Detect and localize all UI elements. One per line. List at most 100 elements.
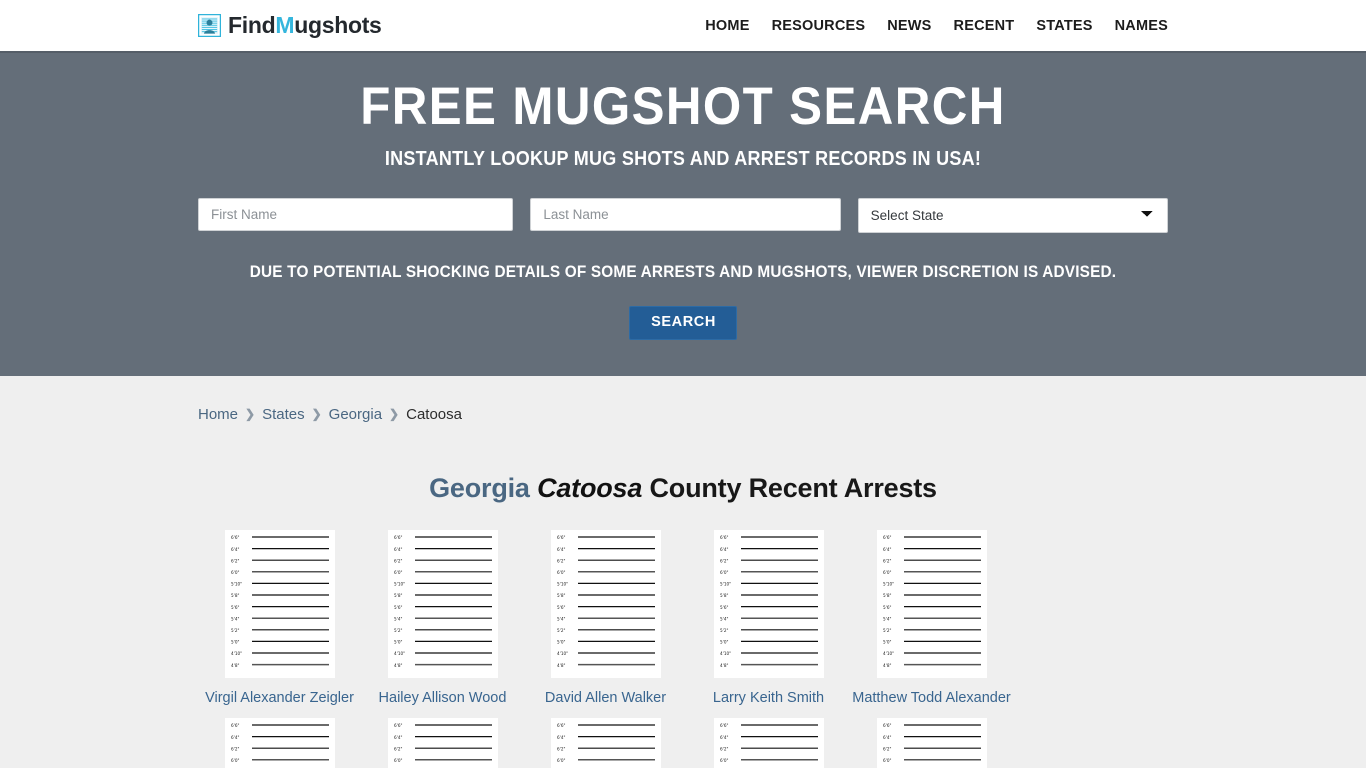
viewer-discretion-disclaimer: DUE TO POTENTIAL SHOCKING DETAILS OF SOM…	[249, 262, 1117, 281]
breadcrumb-home[interactable]: Home	[198, 404, 238, 425]
svg-text:6'0": 6'0"	[557, 758, 565, 763]
svg-text:6'0": 6'0"	[394, 758, 402, 763]
logo-text-find: Find	[228, 12, 276, 38]
svg-text:6'0": 6'0"	[720, 570, 728, 575]
chevron-right-icon: ❯	[389, 406, 400, 421]
svg-text:5'4": 5'4"	[883, 616, 891, 621]
page-title: Georgia Catoosa County Recent Arrests	[198, 473, 1168, 504]
page-title-county: Catoosa	[537, 472, 643, 503]
arrest-name-link[interactable]: Larry Keith Smith	[687, 690, 850, 707]
svg-text:6'2": 6'2"	[720, 747, 728, 752]
svg-text:4'8": 4'8"	[720, 662, 728, 667]
svg-text:6'2": 6'2"	[883, 747, 891, 752]
svg-text:6'0": 6'0"	[720, 758, 728, 763]
svg-text:6'2": 6'2"	[394, 558, 402, 563]
last-name-input[interactable]	[530, 197, 841, 231]
svg-text:5'6": 5'6"	[231, 604, 239, 609]
svg-text:6'6": 6'6"	[883, 723, 891, 728]
svg-text:5'10": 5'10"	[883, 581, 894, 586]
svg-text:6'0": 6'0"	[231, 758, 239, 763]
svg-text:4'10": 4'10"	[720, 651, 731, 656]
mugshot-thumbnail[interactable]: 6'6"6'4"6'2"6'0"5'10"5'8"5'6"5'4"5'2"5'0…	[550, 718, 661, 768]
svg-text:5'8": 5'8"	[557, 593, 565, 598]
svg-text:4'10": 4'10"	[231, 651, 242, 656]
main-content: Home ❯ States ❯ Georgia ❯ Catoosa Georgi…	[0, 375, 1366, 768]
mugshot-thumbnail[interactable]: 6'6"6'4"6'2"6'0"5'10"5'8"5'6"5'4"5'2"5'0…	[387, 529, 498, 678]
arrest-card: 6'6"6'4"6'2"6'0"5'10"5'8"5'6"5'4"5'2"5'0…	[687, 529, 850, 707]
arrest-name-link[interactable]: David Allen Walker	[524, 690, 687, 707]
svg-text:5'10": 5'10"	[720, 581, 731, 586]
arrest-card: 6'6"6'4"6'2"6'0"5'10"5'8"5'6"5'4"5'2"5'0…	[524, 718, 687, 768]
chevron-right-icon: ❯	[311, 406, 322, 421]
arrest-card: 6'6"6'4"6'2"6'0"5'10"5'8"5'6"5'4"5'2"5'0…	[850, 718, 1013, 768]
mugshot-thumbnail[interactable]: 6'6"6'4"6'2"6'0"5'10"5'8"5'6"5'4"5'2"5'0…	[387, 718, 498, 768]
svg-text:6'0": 6'0"	[883, 570, 891, 575]
svg-text:6'2": 6'2"	[557, 747, 565, 752]
first-name-input[interactable]	[198, 197, 514, 231]
nav-item-news[interactable]: NEWS	[887, 18, 931, 34]
breadcrumb: Home ❯ States ❯ Georgia ❯ Catoosa	[198, 376, 1168, 425]
mugshot-logo-icon	[197, 13, 222, 38]
svg-text:5'6": 5'6"	[720, 604, 728, 609]
svg-text:4'10": 4'10"	[394, 651, 405, 656]
svg-text:6'4": 6'4"	[883, 546, 891, 551]
mugshot-thumbnail[interactable]: 6'6"6'4"6'2"6'0"5'10"5'8"5'6"5'4"5'2"5'0…	[224, 529, 335, 678]
svg-text:5'0": 5'0"	[394, 639, 402, 644]
svg-text:6'2": 6'2"	[883, 558, 891, 563]
svg-text:6'4": 6'4"	[720, 546, 728, 551]
svg-text:6'0": 6'0"	[231, 570, 239, 575]
svg-text:6'4": 6'4"	[394, 735, 402, 740]
svg-text:4'10": 4'10"	[883, 651, 894, 656]
svg-text:6'0": 6'0"	[394, 570, 402, 575]
nav-item-states[interactable]: STATES	[1036, 18, 1092, 34]
arrest-name-link[interactable]: Hailey Allison Wood	[361, 690, 524, 707]
svg-text:4'8": 4'8"	[394, 662, 402, 667]
arrest-name-link[interactable]: Matthew Todd Alexander	[850, 690, 1013, 707]
nav-item-recent[interactable]: RECENT	[954, 18, 1015, 34]
hero-search-section: FREE MUGSHOT SEARCH INSTANTLY LOOKUP MUG…	[0, 51, 1366, 376]
mugshot-thumbnail[interactable]: 6'6"6'4"6'2"6'0"5'10"5'8"5'6"5'4"5'2"5'0…	[713, 529, 824, 678]
svg-text:5'0": 5'0"	[883, 639, 891, 644]
nav-item-resources[interactable]: RESOURCES	[772, 18, 866, 34]
nav-item-names[interactable]: NAMES	[1115, 18, 1168, 34]
svg-text:6'6": 6'6"	[231, 535, 239, 540]
nav-item-home[interactable]: HOME	[705, 18, 749, 34]
breadcrumb-states[interactable]: States	[262, 404, 305, 425]
mugshot-thumbnail[interactable]: 6'6"6'4"6'2"6'0"5'10"5'8"5'6"5'4"5'2"5'0…	[550, 529, 661, 678]
svg-text:5'10": 5'10"	[557, 581, 568, 586]
mugshot-thumbnail[interactable]: 6'6"6'4"6'2"6'0"5'10"5'8"5'6"5'4"5'2"5'0…	[713, 718, 824, 768]
svg-text:5'2": 5'2"	[394, 628, 402, 633]
mugshot-thumbnail[interactable]: 6'6"6'4"6'2"6'0"5'10"5'8"5'6"5'4"5'2"5'0…	[876, 529, 987, 678]
arrest-name-link[interactable]: Virgil Alexander Zeigler	[198, 690, 361, 707]
svg-text:5'6": 5'6"	[557, 604, 565, 609]
svg-text:6'4": 6'4"	[394, 546, 402, 551]
svg-text:6'6": 6'6"	[720, 723, 728, 728]
breadcrumb-current: Catoosa	[406, 405, 462, 423]
svg-text:6'4": 6'4"	[557, 735, 565, 740]
svg-text:4'8": 4'8"	[557, 662, 565, 667]
mugshot-thumbnail[interactable]: 6'6"6'4"6'2"6'0"5'10"5'8"5'6"5'4"5'2"5'0…	[876, 718, 987, 768]
svg-text:5'0": 5'0"	[557, 639, 565, 644]
page-title-state: Georgia	[429, 472, 530, 503]
logo-text-ugshots: ugshots	[294, 12, 382, 38]
search-button[interactable]: SEARCH	[629, 305, 737, 340]
svg-text:6'6": 6'6"	[394, 723, 402, 728]
breadcrumb-georgia[interactable]: Georgia	[329, 404, 382, 425]
svg-text:5'8": 5'8"	[883, 593, 891, 598]
svg-text:5'2": 5'2"	[231, 628, 239, 633]
logo-text-m: M	[275, 12, 295, 38]
site-header: FindMugshots HOME RESOURCES NEWS RECENT …	[0, 0, 1366, 51]
site-logo-link[interactable]: FindMugshots	[197, 12, 382, 38]
svg-text:6'4": 6'4"	[231, 546, 239, 551]
svg-text:5'0": 5'0"	[720, 639, 728, 644]
svg-text:6'4": 6'4"	[883, 735, 891, 740]
svg-text:5'6": 5'6"	[883, 604, 891, 609]
state-select[interactable]: Select State	[857, 197, 1169, 233]
arrest-card: 6'6"6'4"6'2"6'0"5'10"5'8"5'6"5'4"5'2"5'0…	[361, 718, 524, 768]
hero-title: FREE MUGSHOT SEARCH	[360, 77, 1006, 136]
arrest-card: 6'6"6'4"6'2"6'0"5'10"5'8"5'6"5'4"5'2"5'0…	[198, 718, 361, 768]
svg-text:6'0": 6'0"	[883, 758, 891, 763]
arrest-card: 6'6"6'4"6'2"6'0"5'10"5'8"5'6"5'4"5'2"5'0…	[198, 529, 361, 707]
mugshot-thumbnail[interactable]: 6'6"6'4"6'2"6'0"5'10"5'8"5'6"5'4"5'2"5'0…	[224, 718, 335, 768]
svg-text:5'4": 5'4"	[394, 616, 402, 621]
